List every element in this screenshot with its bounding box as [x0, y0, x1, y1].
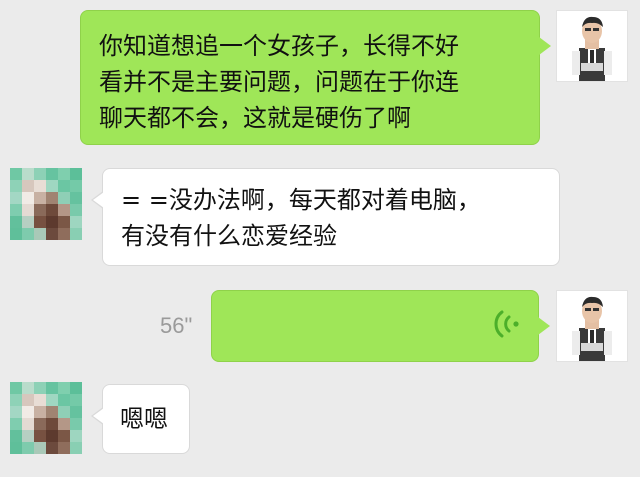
message-text: 嗯嗯 — [120, 405, 168, 433]
chat-thread: 你知道想追一个女孩子，长得不好 看并不是主要问题，问题在于你连 聊天都不会，这就… — [0, 0, 640, 477]
message-bubble-contact[interactable]: 嗯嗯 — [91, 384, 190, 454]
man-avatar-image — [557, 11, 627, 81]
voice-message-bubble[interactable] — [211, 290, 550, 362]
message-bubble-mine[interactable]: 你知道想追一个女孩子，长得不好 看并不是主要问题，问题在于你连 聊天都不会，这就… — [80, 10, 551, 145]
message-text: = =没办法啊，每天都对着电脑， 有没有什么恋爱经验 — [121, 186, 481, 250]
voice-wave-icon — [494, 310, 519, 338]
message-bubble-contact[interactable]: = =没办法啊，每天都对着电脑， 有没有什么恋爱经验 — [91, 168, 560, 266]
contact-avatar[interactable] — [10, 382, 82, 454]
man-avatar-image — [557, 291, 627, 361]
voice-duration: 56" — [160, 313, 193, 338]
message-text: 你知道想追一个女孩子，长得不好 看并不是主要问题，问题在于你连 聊天都不会，这就… — [99, 32, 459, 132]
my-avatar[interactable] — [556, 290, 628, 362]
my-avatar[interactable] — [556, 10, 628, 82]
contact-avatar[interactable] — [10, 168, 82, 240]
